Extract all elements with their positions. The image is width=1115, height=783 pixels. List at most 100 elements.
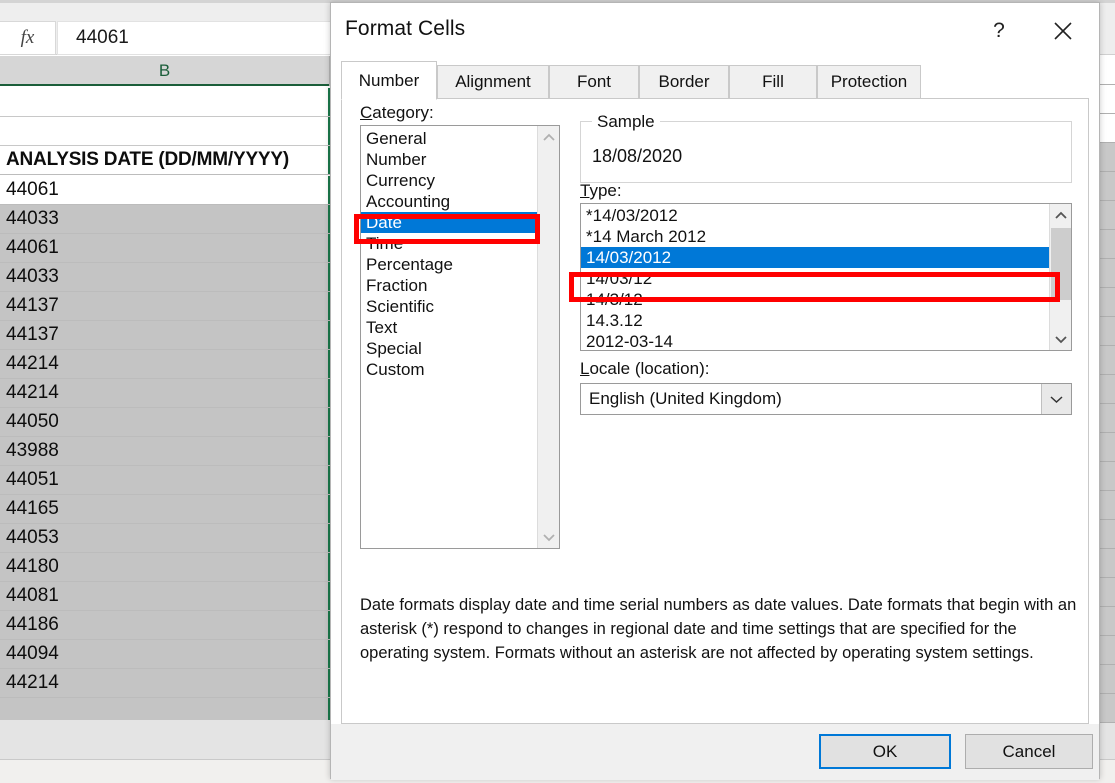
type-item-14-3-12-dots[interactable]: 14.3.12 [581,310,1049,331]
type-item-star-14-march-2012[interactable]: *14 March 2012 [581,226,1049,247]
cell-value[interactable]: 44165 [0,495,330,523]
scroll-down-icon[interactable] [1050,328,1071,350]
category-list: General Number Currency Accounting Date … [361,128,539,380]
sliver-row[interactable] [1098,607,1115,636]
close-icon[interactable] [1033,7,1093,55]
sample-legend: Sample [592,112,660,132]
category-item-text[interactable]: Text [361,317,539,338]
cell-value[interactable]: 44214 [0,379,330,407]
category-item-currency[interactable]: Currency [361,170,539,191]
cell-value[interactable]: 44061 [0,176,330,204]
category-item-date[interactable]: Date [361,212,539,233]
sliver-row[interactable] [1098,346,1115,375]
chevron-down-icon[interactable] [1041,384,1071,414]
category-item-fraction[interactable]: Fraction [361,275,539,296]
cell-value[interactable]: 44214 [0,350,330,378]
cancel-button[interactable]: Cancel [965,734,1093,769]
sliver-row[interactable] [1098,520,1115,549]
type-scrollbar[interactable] [1049,204,1071,350]
cell-column-b-title[interactable]: ANALYSIS DATE (DD/MM/YYYY) [0,146,330,174]
tab-alignment[interactable]: Alignment [437,65,549,99]
cell-value[interactable]: 44214 [0,669,330,697]
category-item-special[interactable]: Special [361,338,539,359]
cell-value[interactable]: 43988 [0,437,330,465]
sliver-row[interactable] [1098,85,1115,114]
locale-label: Locale (location): [580,359,709,379]
tab-font[interactable]: Font [549,65,639,99]
locale-label-rest: ocale (location): [589,359,710,378]
sliver-row[interactable] [1098,578,1115,607]
type-item-star-14-03-2012[interactable]: *14/03/2012 [581,205,1049,226]
sliver-row[interactable] [1098,172,1115,201]
cell-value[interactable]: 44050 [0,408,330,436]
sliver-row[interactable] [1098,375,1115,404]
cell-value[interactable]: 44186 [0,611,330,639]
screen: fx 44061 B ANALYSIS DATE (DD/MM/YYYY) 44… [0,0,1115,783]
format-cells-dialog: Format Cells ? Number Alignment Font Bor… [330,2,1100,780]
sliver-row[interactable] [1098,201,1115,230]
category-item-number[interactable]: Number [361,149,539,170]
sliver-row[interactable] [1098,491,1115,520]
dialog-body: Category: General Number Currency Accoun… [341,99,1089,724]
category-item-percentage[interactable]: Percentage [361,254,539,275]
category-label: Category: [360,103,434,123]
locale-value: English (United Kingdom) [589,389,782,408]
category-item-accounting[interactable]: Accounting [361,191,539,212]
help-icon[interactable]: ? [977,11,1021,51]
category-item-time[interactable]: Time [361,233,539,254]
sliver-row[interactable] [1098,636,1115,665]
category-item-custom[interactable]: Custom [361,359,539,380]
cell-value[interactable]: 44053 [0,524,330,552]
type-list: *14/03/2012 *14 March 2012 14/03/2012 14… [581,205,1049,350]
cell-b[interactable] [0,88,330,116]
category-item-scientific[interactable]: Scientific [361,296,539,317]
sliver-row[interactable] [1098,288,1115,317]
tab-border[interactable]: Border [639,65,729,99]
ok-button[interactable]: OK [819,734,951,769]
category-label-accel: C [360,103,373,122]
cell-value[interactable]: 44081 [0,582,330,610]
category-scrollbar[interactable] [537,126,559,548]
cell-value[interactable]: 44033 [0,263,330,291]
sliver-row[interactable] [1098,665,1115,694]
scroll-up-icon[interactable] [1050,204,1071,226]
cell-value[interactable]: 44061 [0,234,330,262]
sliver-row[interactable] [1098,114,1115,143]
sliver-row[interactable] [1098,230,1115,259]
sliver-row[interactable] [1098,317,1115,346]
sliver-row[interactable] [1098,462,1115,491]
scroll-up-icon[interactable] [538,126,559,148]
type-scroll-thumb[interactable] [1051,228,1071,300]
sliver-row[interactable] [1098,694,1115,723]
type-listbox[interactable]: *14/03/2012 *14 March 2012 14/03/2012 14… [580,203,1072,351]
type-item-14-03-12[interactable]: 14/03/12 [581,268,1049,289]
cell-value[interactable]: 44094 [0,640,330,668]
dialog-title-bar: Format Cells ? [331,3,1099,59]
cell-value[interactable]: 44137 [0,292,330,320]
locale-combobox[interactable]: English (United Kingdom) [580,383,1072,415]
cell-b[interactable] [0,117,330,145]
sliver-row[interactable] [1098,259,1115,288]
sliver-row[interactable] [1098,404,1115,433]
sliver-row[interactable] [1098,143,1115,172]
dialog-footer: OK Cancel [331,724,1099,780]
type-item-14-03-2012[interactable]: 14/03/2012 [581,247,1049,268]
type-item-2012-03-14[interactable]: 2012-03-14 [581,331,1049,350]
category-listbox[interactable]: General Number Currency Accounting Date … [360,125,560,549]
category-item-general[interactable]: General [361,128,539,149]
right-column-sliver[interactable] [1098,56,1115,723]
sliver-row[interactable] [1098,433,1115,462]
cell-value[interactable]: 44033 [0,205,330,233]
fx-icon[interactable]: fx [0,21,56,55]
tab-fill[interactable]: Fill [729,65,817,99]
cell-value[interactable]: 44137 [0,321,330,349]
tab-number[interactable]: Number [341,61,437,100]
scroll-down-icon[interactable] [538,526,559,548]
type-item-14-3-12[interactable]: 14/3/12 [581,289,1049,310]
cell-value[interactable]: 44051 [0,466,330,494]
sliver-row[interactable] [1098,56,1115,85]
column-header-b[interactable]: B [0,56,330,86]
cell-value[interactable]: 44180 [0,553,330,581]
sliver-row[interactable] [1098,549,1115,578]
tab-protection[interactable]: Protection [817,65,921,99]
